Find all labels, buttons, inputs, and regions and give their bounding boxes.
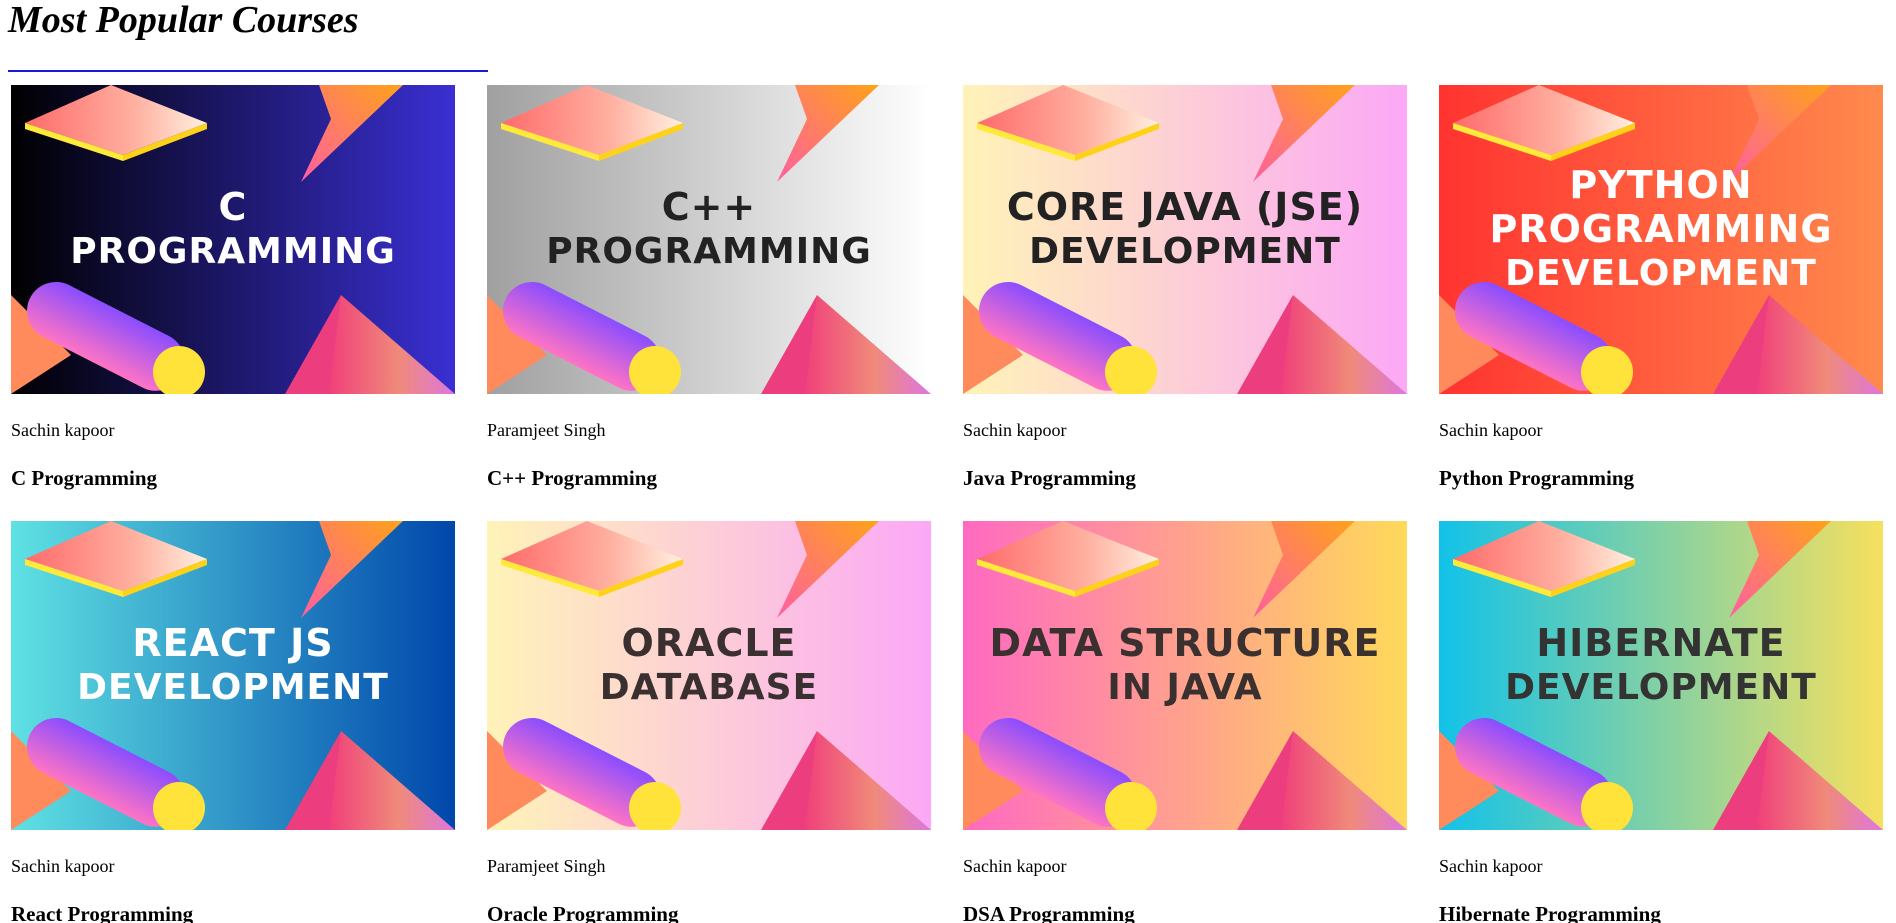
course-thumbnail[interactable]: ORACLE DATABASE <box>487 521 931 830</box>
course-author: Sachin kapoor <box>963 420 1067 440</box>
thumbnail-title-line2: DEVELOPMENT <box>1505 666 1817 708</box>
course-title[interactable]: C Programming <box>11 466 157 491</box>
course-card[interactable]: C PROGRAMMING Sachin kapoor C Programming <box>11 85 455 521</box>
thumbnail-title-line1: REACT JS <box>132 620 334 665</box>
course-title[interactable]: Java Programming <box>963 466 1136 491</box>
course-author: Sachin kapoor <box>11 420 115 440</box>
thumbnail-title-line2: PROGRAMMING <box>546 230 872 272</box>
course-thumbnail[interactable]: HIBERNATE DEVELOPMENT <box>1439 521 1883 830</box>
thumbnail-title-line1: C <box>218 184 248 229</box>
section-title: Most Popular Courses <box>8 0 359 41</box>
thumbnail-title-line2: DATABASE <box>599 666 819 708</box>
popular-courses-page: Most Popular Courses C PROGRAMMING Sachi… <box>0 0 1896 923</box>
thumbnail-title-line1: PYTHON PROGRAMMING <box>1489 162 1833 251</box>
thumbnail-title-line1: DATA STRUCTURE <box>989 620 1381 665</box>
course-card[interactable]: ORACLE DATABASE Paramjeet Singh Oracle Pr… <box>487 521 931 923</box>
course-title[interactable]: Python Programming <box>1439 466 1634 491</box>
course-thumbnail[interactable]: DATA STRUCTURE IN JAVA <box>963 521 1407 830</box>
course-thumbnail[interactable]: C PROGRAMMING <box>11 85 455 394</box>
course-author: Sachin kapoor <box>11 856 115 876</box>
thumbnail-title-line2: DEVELOPMENT <box>1029 230 1341 272</box>
course-thumbnail[interactable]: REACT JS DEVELOPMENT <box>11 521 455 830</box>
course-thumbnail[interactable]: C++ PROGRAMMING <box>487 85 931 394</box>
course-author: Paramjeet Singh <box>487 420 606 440</box>
course-card[interactable]: C++ PROGRAMMING Paramjeet Singh C++ Progr… <box>487 85 931 521</box>
course-author: Sachin kapoor <box>1439 856 1543 876</box>
thumbnail-title-line1: ORACLE <box>621 620 797 665</box>
thumbnail-title-line2: DEVELOPMENT <box>77 666 389 708</box>
thumbnail-title-line2: PROGRAMMING <box>70 230 396 272</box>
course-title[interactable]: Hibernate Programming <box>1439 902 1661 923</box>
course-author: Sachin kapoor <box>1439 420 1543 440</box>
course-card[interactable]: CORE JAVA (JSE) DEVELOPMENT Sachin kapoo… <box>963 85 1407 521</box>
thumbnail-title-line2: IN JAVA <box>1107 666 1263 708</box>
course-card[interactable]: DATA STRUCTURE IN JAVA Sachin kapoor DSA … <box>963 521 1407 923</box>
course-title[interactable]: DSA Programming <box>963 902 1135 923</box>
course-card[interactable]: PYTHON PROGRAMMING DEVELOPMENT Sachin ka… <box>1439 85 1883 521</box>
course-thumbnail[interactable]: PYTHON PROGRAMMING DEVELOPMENT <box>1439 85 1883 394</box>
title-underline <box>8 70 488 72</box>
thumbnail-title-line1: C++ <box>661 184 757 229</box>
course-thumbnail[interactable]: CORE JAVA (JSE) DEVELOPMENT <box>963 85 1407 394</box>
thumbnail-title-line1: CORE JAVA (JSE) <box>1006 184 1364 229</box>
course-author: Sachin kapoor <box>963 856 1067 876</box>
course-title[interactable]: React Programming <box>11 902 193 923</box>
thumbnail-title-line2: DEVELOPMENT <box>1505 252 1817 294</box>
course-card[interactable]: REACT JS DEVELOPMENT Sachin kapoor React … <box>11 521 455 923</box>
course-title[interactable]: Oracle Programming <box>487 902 678 923</box>
course-author: Paramjeet Singh <box>487 856 606 876</box>
thumbnail-title-line1: HIBERNATE <box>1536 620 1786 665</box>
course-grid: C PROGRAMMING Sachin kapoor C Programming <box>11 85 1883 923</box>
course-title[interactable]: C++ Programming <box>487 466 657 491</box>
course-card[interactable]: HIBERNATE DEVELOPMENT Sachin kapoor Hiber… <box>1439 521 1883 923</box>
